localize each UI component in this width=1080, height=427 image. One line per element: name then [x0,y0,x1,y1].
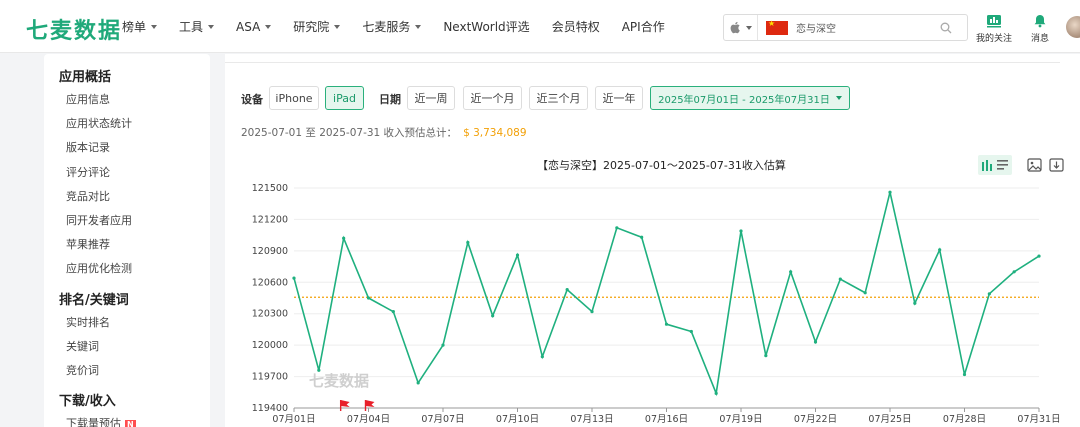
watermark: 七麦数据 [309,372,369,390]
event-flag-icon [339,400,350,411]
data-point [441,343,445,347]
data-point [962,372,967,377]
data-point [615,226,619,230]
y-tick-label: 120600 [252,277,288,288]
event-flag-icon [364,400,375,411]
data-point [714,391,718,395]
revenue-line-chart: 119400 119700 120000 120300 120600 120900 1212… [252,183,1061,425]
x-tick-label: 07月22日 [794,414,837,425]
data-point [789,270,793,274]
data-point [342,236,346,240]
data-point [913,301,917,305]
flag-shape [365,400,375,407]
data-point [764,354,768,358]
data-point [640,235,644,239]
series-line [293,191,1040,397]
data-point [838,277,842,281]
x-tick-label: 07月19日 [719,414,762,425]
data-point [664,322,669,326]
x-tick-label: 07月13日 [570,414,613,425]
x-tick-label: 07月10日 [496,414,539,425]
data-point [565,288,569,292]
y-tick-label: 121200 [252,214,288,225]
data-point [590,310,594,314]
data-point [987,292,991,296]
data-point [491,314,495,318]
x-tick-label: 07月31日 [1017,414,1060,425]
x-tick-label: 07月16日 [645,414,688,425]
x-tick-label: 07月25日 [868,414,911,425]
data-point [689,329,693,334]
data-point [317,368,321,372]
x-tick-label: 07月01日 [272,414,315,425]
data-point [540,355,544,359]
data-point [739,229,743,233]
data-point [813,340,818,344]
data-point [938,248,942,252]
data-point [391,310,395,314]
y-tick-label: 119700 [252,372,288,383]
data-point [416,381,420,385]
data-point [515,253,520,257]
y-tick-label: 121500 [252,183,288,194]
data-point [366,296,371,300]
data-point [863,291,867,295]
y-tick-label: 120900 [252,246,288,257]
data-point [1012,270,1016,274]
x-tick-label: 07月04日 [347,414,390,425]
y-tick-label: 119400 [252,403,288,414]
y-tick-label: 120000 [252,340,288,351]
x-tick-label: 07月28日 [943,414,986,425]
data-point [1037,254,1041,258]
data-point [292,276,296,280]
y-tick-label: 120300 [252,309,288,320]
x-tick-label: 07月07日 [421,414,464,425]
data-point [888,190,892,194]
data-point [466,240,470,245]
flag-shape [340,400,350,407]
